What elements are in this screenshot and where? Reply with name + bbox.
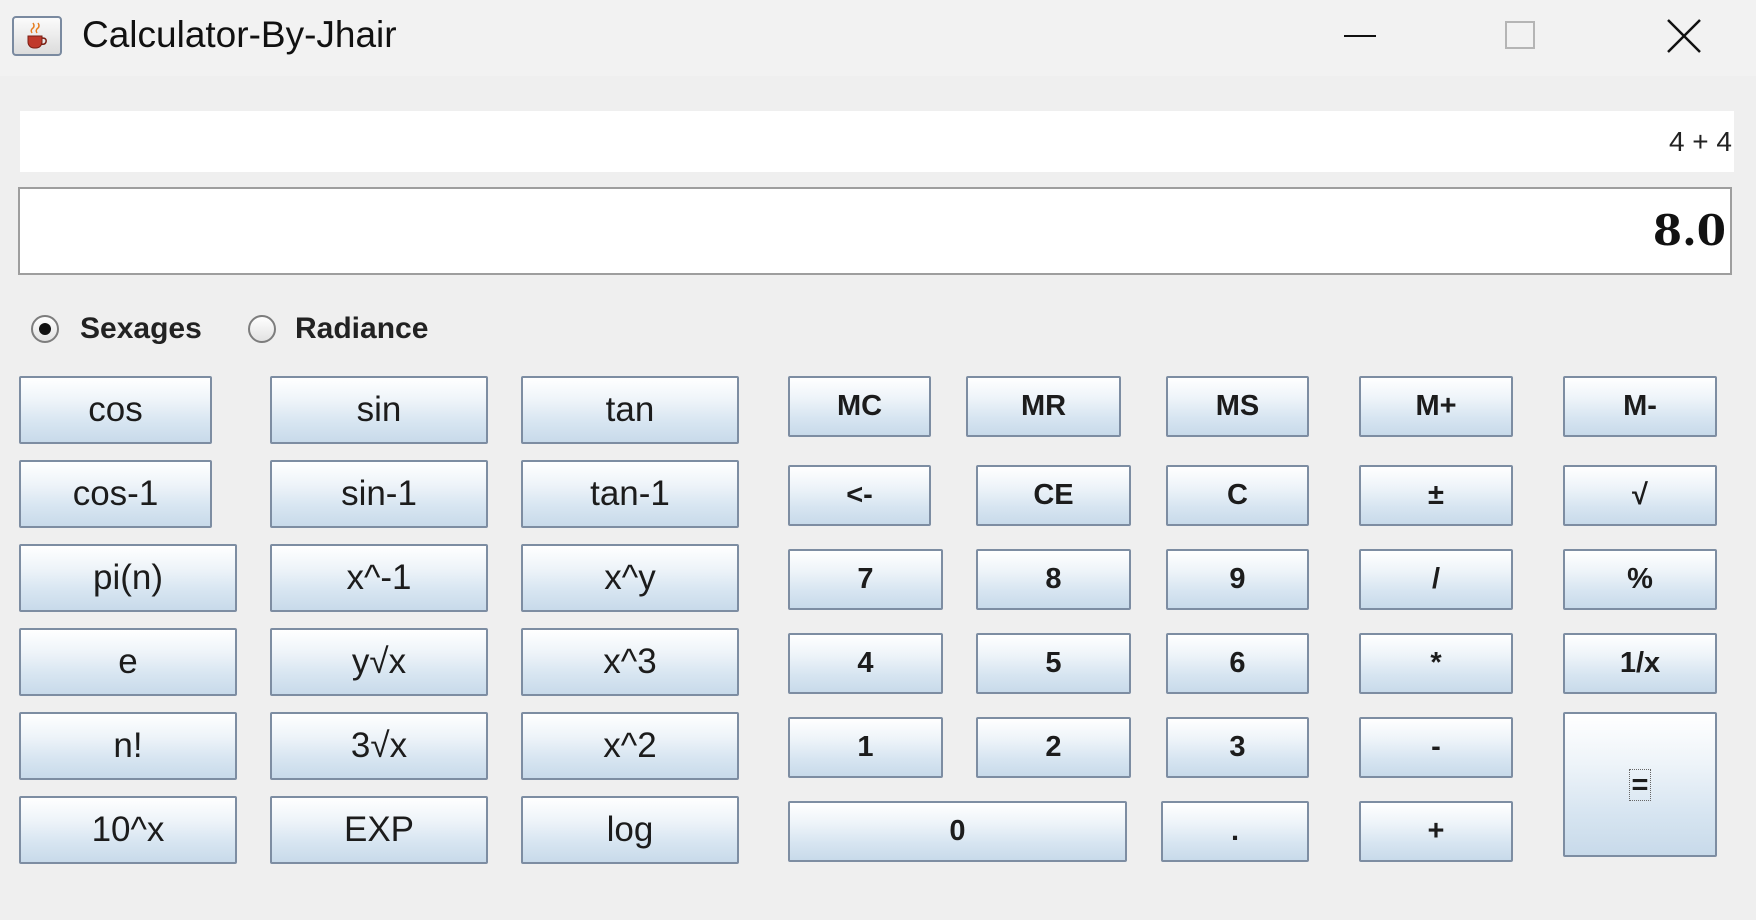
digit-8-button[interactable]: 8 — [976, 549, 1131, 610]
pi-button[interactable]: pi(n) — [19, 544, 237, 612]
equals-label: = — [1628, 768, 1652, 801]
percent-button[interactable]: % — [1563, 549, 1717, 610]
arctan-button[interactable]: tan-1 — [521, 460, 739, 528]
digit-4-button[interactable]: 4 — [788, 633, 943, 694]
memory-add-button[interactable]: M+ — [1359, 376, 1513, 437]
result-display[interactable]: 8.0 — [18, 187, 1732, 275]
equals-button[interactable]: = — [1563, 712, 1717, 857]
ten-power-button[interactable]: 10^x — [19, 796, 237, 864]
cos-button[interactable]: cos — [19, 376, 212, 444]
minimize-button[interactable] — [1330, 10, 1390, 62]
digit-5-button[interactable]: 5 — [976, 633, 1131, 694]
sign-toggle-button[interactable]: ± — [1359, 465, 1513, 526]
window-title: Calculator-By-Jhair — [82, 14, 397, 55]
digit-1-button[interactable]: 1 — [788, 717, 943, 778]
power-button[interactable]: x^y — [521, 544, 739, 612]
reciprocal-button[interactable]: 1/x — [1563, 633, 1717, 694]
tan-button[interactable]: tan — [521, 376, 739, 444]
square-button[interactable]: x^2 — [521, 712, 739, 780]
digit-7-button[interactable]: 7 — [788, 549, 943, 610]
close-icon — [1667, 19, 1701, 53]
clear-button[interactable]: C — [1166, 465, 1309, 526]
exp-button[interactable]: EXP — [270, 796, 488, 864]
add-button[interactable]: + — [1359, 801, 1513, 862]
reciprocal-power-button[interactable]: x^-1 — [270, 544, 488, 612]
memory-subtract-button[interactable]: M- — [1563, 376, 1717, 437]
divide-button[interactable]: / — [1359, 549, 1513, 610]
memory-store-button[interactable]: MS — [1166, 376, 1309, 437]
arcsin-button[interactable]: sin-1 — [270, 460, 488, 528]
backspace-button[interactable]: <- — [788, 465, 931, 526]
expression-display: 4 + 4 — [20, 111, 1734, 172]
close-button[interactable] — [1654, 10, 1714, 62]
memory-clear-button[interactable]: MC — [788, 376, 931, 437]
maximize-button[interactable] — [1491, 10, 1551, 62]
cube-root-button[interactable]: 3√x — [270, 712, 488, 780]
radio-sexages[interactable] — [31, 315, 59, 343]
multiply-button[interactable]: * — [1359, 633, 1513, 694]
radio-radiance[interactable] — [248, 315, 276, 343]
memory-recall-button[interactable]: MR — [966, 376, 1121, 437]
factorial-button[interactable]: n! — [19, 712, 237, 780]
nth-root-button[interactable]: y√x — [270, 628, 488, 696]
digit-2-button[interactable]: 2 — [976, 717, 1131, 778]
sin-button[interactable]: sin — [270, 376, 488, 444]
digit-6-button[interactable]: 6 — [1166, 633, 1309, 694]
log-button[interactable]: log — [521, 796, 739, 864]
subtract-button[interactable]: - — [1359, 717, 1513, 778]
euler-button[interactable]: e — [19, 628, 237, 696]
title-bar[interactable]: Calculator-By-Jhair — [0, 0, 1756, 76]
digit-0-button[interactable]: 0 — [788, 801, 1127, 862]
java-coffee-cup-icon[interactable] — [12, 16, 62, 56]
decimal-point-button[interactable]: . — [1161, 801, 1309, 862]
square-root-button[interactable]: √ — [1563, 465, 1717, 526]
radio-radiance-label: Radiance — [295, 312, 429, 345]
digit-3-button[interactable]: 3 — [1166, 717, 1309, 778]
radio-sexages-label: Sexages — [80, 312, 202, 345]
minimize-icon — [1344, 35, 1376, 37]
cube-button[interactable]: x^3 — [521, 628, 739, 696]
clear-entry-button[interactable]: CE — [976, 465, 1131, 526]
arccos-button[interactable]: cos-1 — [19, 460, 212, 528]
digit-9-button[interactable]: 9 — [1166, 549, 1309, 610]
maximize-icon — [1505, 21, 1535, 49]
